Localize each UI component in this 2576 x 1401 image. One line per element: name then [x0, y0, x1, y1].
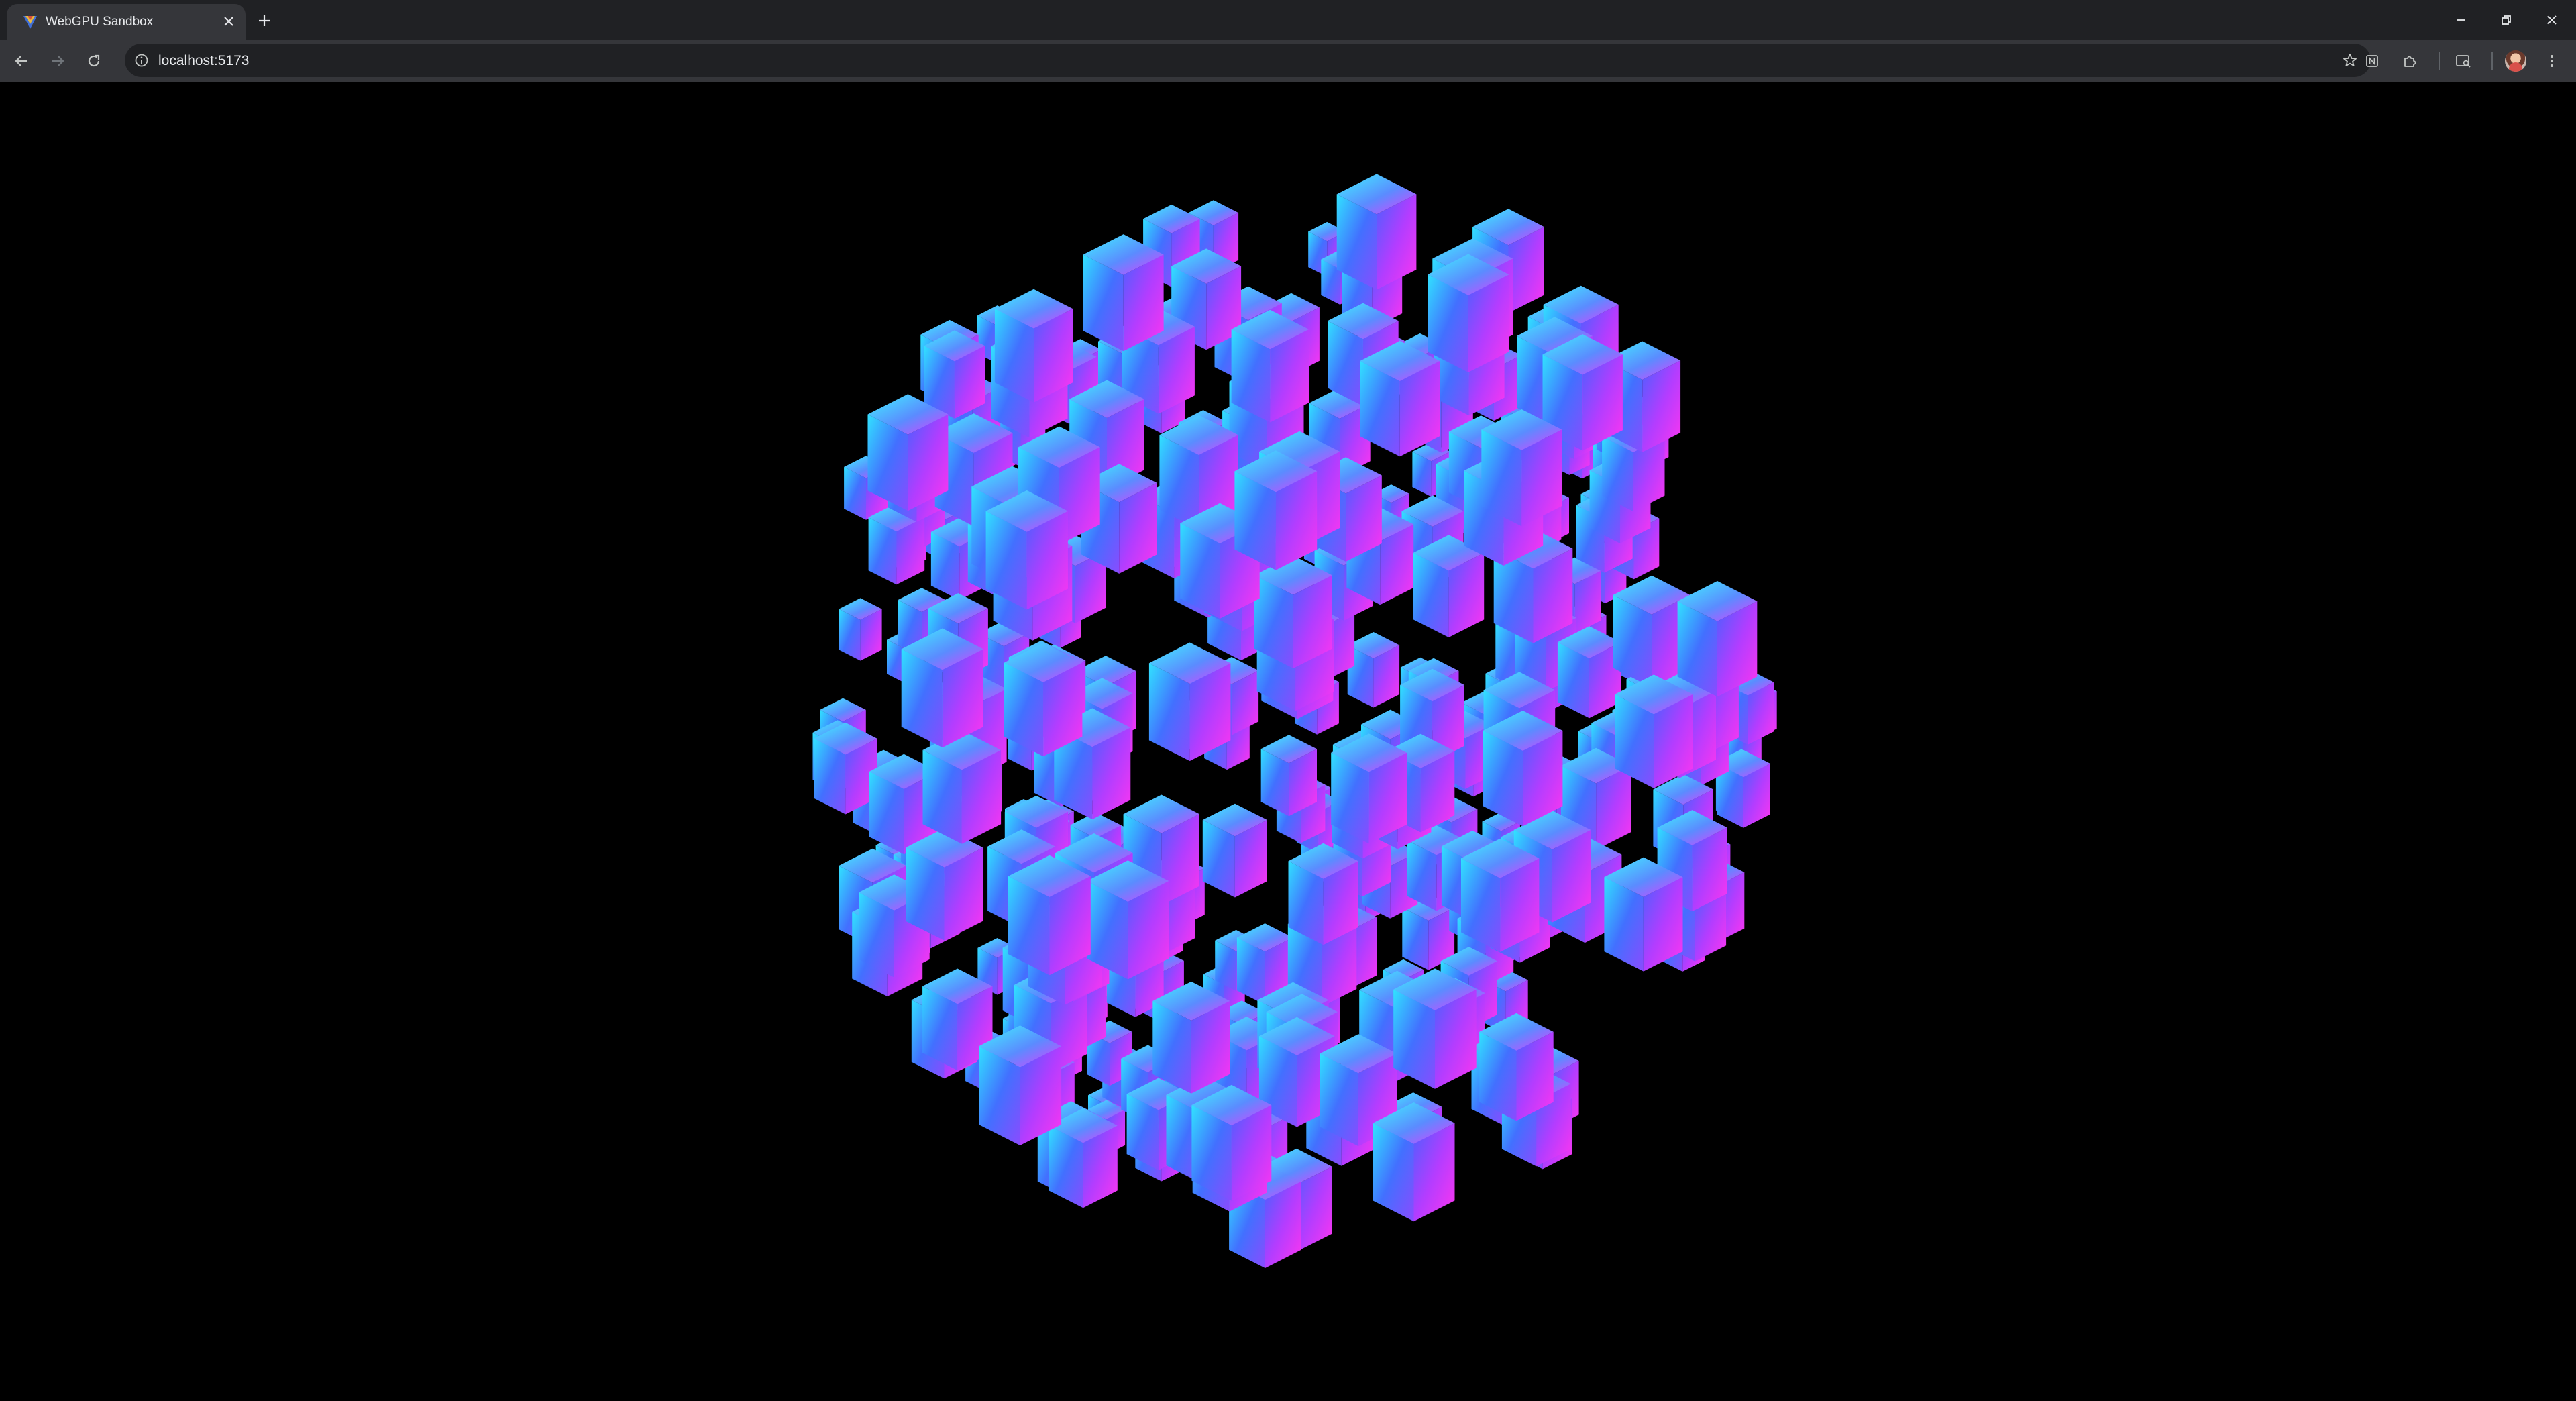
plus-icon [259, 15, 270, 26]
cube [1152, 981, 1230, 1094]
cube [924, 330, 985, 419]
cube [1615, 674, 1693, 788]
kebab-menu-icon [2551, 55, 2553, 67]
cube [1461, 838, 1540, 952]
restore-button[interactable] [2493, 7, 2520, 34]
close-icon[interactable] [220, 13, 237, 30]
browser-toolbar: localhost:5173 [0, 40, 2576, 82]
cube [906, 828, 983, 941]
profile-avatar[interactable] [2505, 50, 2526, 72]
extensions-button[interactable] [2396, 48, 2423, 74]
cube [1483, 711, 1563, 827]
cube-cloud-render [812, 174, 1777, 1268]
minimize-icon [2457, 19, 2465, 21]
minimize-button[interactable] [2447, 7, 2474, 34]
cube-instances [812, 174, 1777, 1268]
cube [1231, 309, 1309, 423]
tab-strip: WebGPU Sandbox [0, 0, 2576, 40]
cube [1008, 855, 1091, 976]
reload-button[interactable] [80, 48, 107, 74]
tab-title: WebGPU Sandbox [46, 15, 154, 29]
reading-mode-button[interactable] [2450, 48, 2477, 74]
cube [1288, 843, 1358, 945]
cube [901, 628, 983, 748]
toolbar-divider [2439, 52, 2440, 70]
search-tab-icon [2456, 55, 2471, 68]
cube [1254, 556, 1332, 668]
cube [1428, 254, 1509, 372]
cube [979, 1025, 1062, 1145]
url-text: localhost:5173 [158, 53, 250, 68]
notion-extension-button[interactable] [2359, 48, 2385, 74]
cube [814, 722, 877, 815]
browser-window: WebGPU Sandbox localhost:5173 [0, 0, 2576, 1401]
cube [867, 394, 949, 511]
cube [1191, 1084, 1272, 1201]
close-icon [2547, 15, 2557, 25]
reload-icon [88, 54, 100, 67]
cube [922, 730, 1002, 844]
cube [1481, 409, 1562, 527]
address-bar[interactable]: localhost:5173 [125, 44, 2371, 77]
webgpu-canvas[interactable] [0, 82, 2576, 1401]
cube [994, 289, 1073, 403]
notion-extension-icon [2366, 55, 2378, 67]
toolbar-divider [2491, 52, 2493, 70]
cube [1479, 1013, 1554, 1121]
cube [1234, 450, 1318, 570]
cube [1604, 857, 1683, 972]
cube [1336, 174, 1417, 290]
webgpu-favicon-icon [21, 13, 39, 31]
tab-webgpu-sandbox[interactable]: WebGPU Sandbox [7, 4, 246, 40]
arrow-left-icon [15, 56, 27, 66]
cube [1087, 860, 1169, 980]
new-tab-button[interactable] [254, 10, 275, 32]
restore-icon [2502, 15, 2511, 25]
cube [1148, 642, 1231, 762]
back-button[interactable] [8, 48, 35, 74]
cube [1004, 643, 1083, 757]
cube [1331, 733, 1407, 844]
cube [1083, 234, 1164, 352]
window-close-button[interactable] [2538, 7, 2565, 34]
cube [985, 490, 1068, 610]
puzzle-extension-icon [2404, 56, 2416, 67]
forward-button[interactable] [44, 48, 71, 74]
cube [1373, 1102, 1455, 1222]
cube [1347, 632, 1400, 708]
cube [1677, 581, 1758, 697]
cube [1557, 626, 1621, 719]
cube [1360, 341, 1440, 457]
cube [1393, 968, 1477, 1089]
cube [839, 598, 882, 661]
info-icon[interactable] [133, 52, 150, 69]
arrow-right-icon [52, 56, 64, 66]
cube [1260, 735, 1317, 817]
menu-button[interactable] [2538, 48, 2565, 74]
cube [1202, 803, 1267, 898]
star-icon[interactable] [2340, 50, 2360, 70]
